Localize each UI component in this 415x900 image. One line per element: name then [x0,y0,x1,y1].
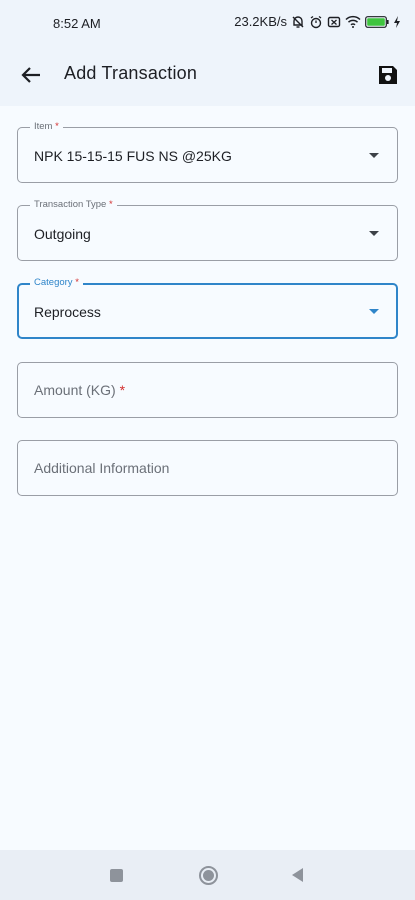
wifi-icon [345,15,361,28]
amount-input[interactable]: Amount (KG) * [17,362,398,418]
mute-bell-icon [291,15,305,29]
sim-off-icon [327,15,341,29]
additional-info-placeholder: Additional Information [34,460,170,476]
category-label: Category * [30,277,83,289]
save-icon [379,66,397,84]
item-value: NPK 15-15-15 FUS NS @25KG [34,148,232,164]
dropdown-arrow-icon [369,231,379,236]
network-speed: 23.2KB/s [234,14,287,29]
additional-info-input[interactable]: Additional Information [17,440,398,496]
transaction-type-select[interactable]: Transaction Type * Outgoing [17,199,398,261]
page-title: Add Transaction [64,63,198,83]
item-label: Item * [30,121,63,133]
transaction-type-label: Transaction Type * [30,199,117,211]
item-select[interactable]: Item * NPK 15-15-15 FUS NS @25KG [17,121,398,183]
transaction-type-value: Outgoing [34,226,91,242]
save-button[interactable] [373,60,403,90]
back-button[interactable] [16,60,46,90]
alarm-icon [309,15,323,29]
app-bar: Add Transaction [0,48,415,106]
status-bar: 8:52 AM 23.2KB/s [0,0,415,48]
status-time: 8:52 AM [53,16,101,31]
dropdown-arrow-icon [369,309,379,314]
category-select[interactable]: Category * Reprocess [17,277,398,339]
battery-icon [365,15,389,28]
recent-apps-icon[interactable] [110,869,123,882]
home-icon[interactable] [199,866,218,885]
nav-back-icon[interactable] [292,868,303,882]
dropdown-arrow-icon [369,153,379,158]
system-nav-bar [0,850,415,900]
arrow-back-icon [21,67,40,83]
status-icons: 23.2KB/s [234,14,401,29]
category-value: Reprocess [34,304,101,320]
charging-icon [393,15,401,28]
amount-placeholder: Amount (KG) * [34,382,126,398]
